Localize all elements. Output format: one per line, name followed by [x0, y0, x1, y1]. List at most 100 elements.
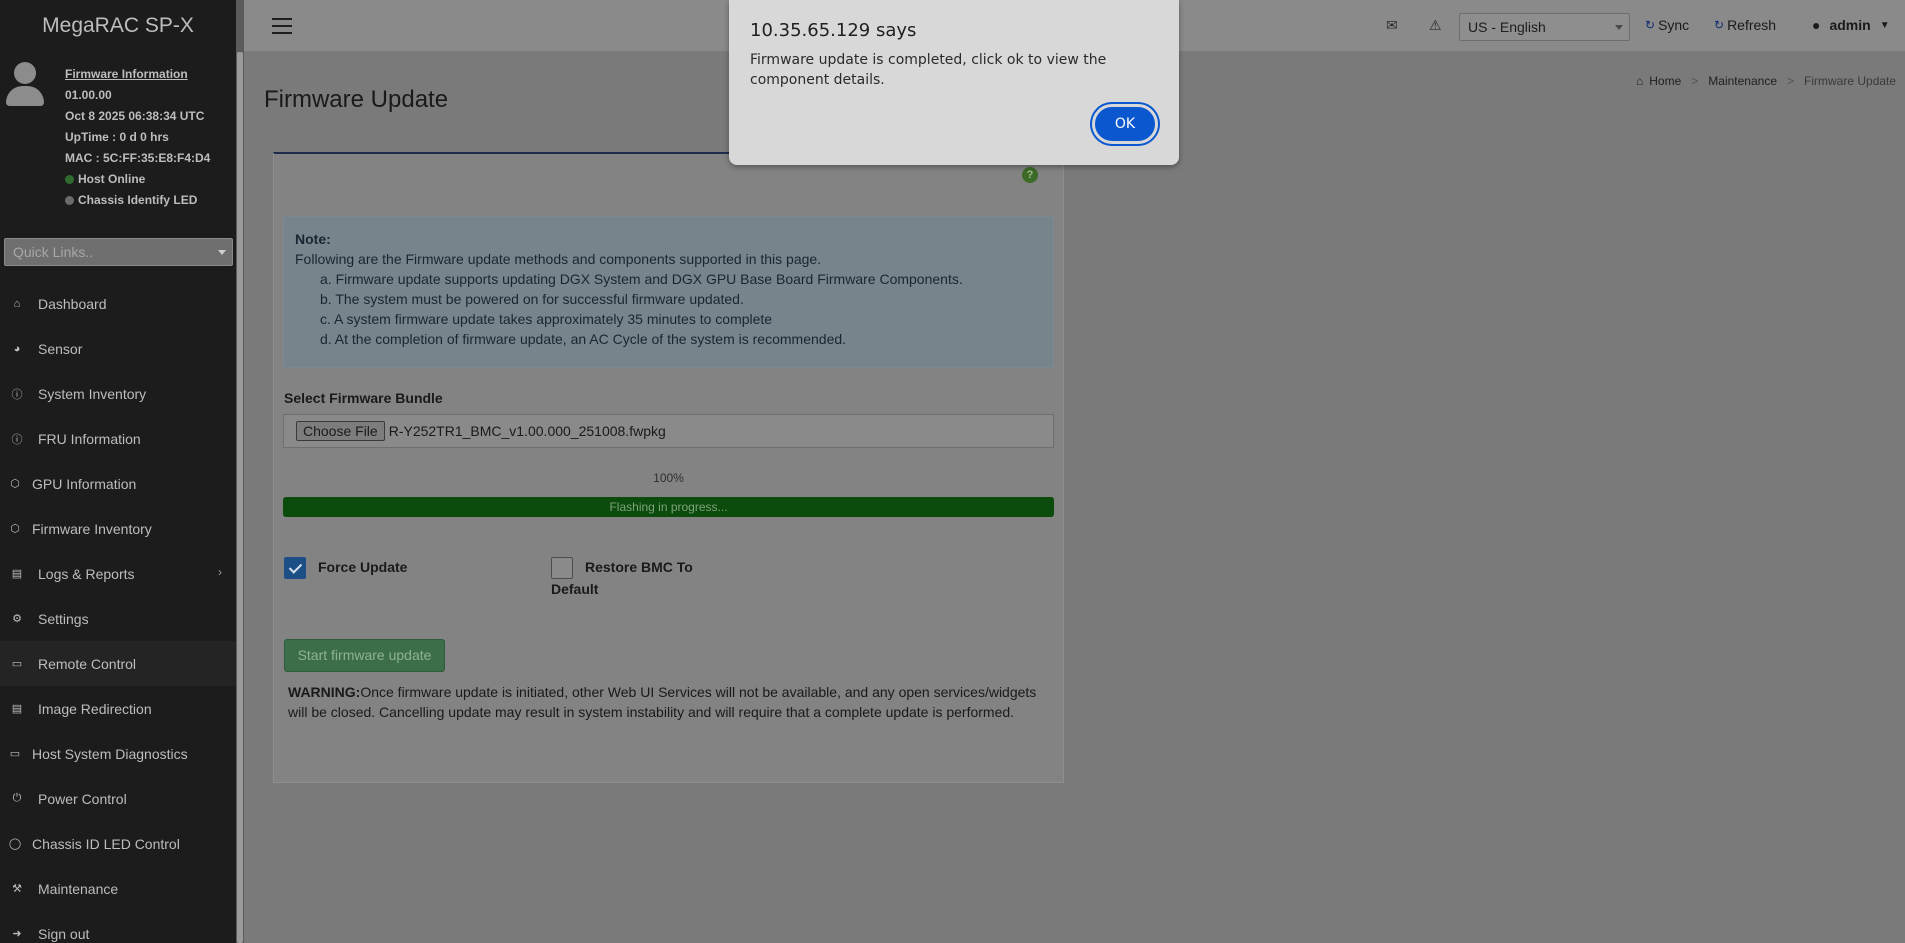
sidebar-item-remote-control[interactable]: ▭ Remote Control — [0, 641, 236, 686]
dialog-message: Firmware update is completed, click ok t… — [750, 52, 1107, 88]
monitor-icon: ▭ — [9, 748, 21, 760]
info-icon: ⓘ — [11, 433, 23, 446]
sidebar-item-host-system-diagnostics[interactable]: ▭ Host System Diagnostics — [0, 731, 236, 776]
sidebar-item-maintenance[interactable]: ⚒ Maintenance — [0, 866, 236, 911]
disk-icon: ▤ — [11, 703, 23, 715]
note-item: a. Firmware update supports updating DGX… — [320, 271, 963, 287]
sidebar-item-firmware-inventory[interactable]: ⬡ Firmware Inventory — [0, 506, 236, 551]
sidebar-item-label: GPU Information — [32, 475, 137, 492]
breadcrumb-current: Firmware Update — [1804, 74, 1897, 88]
sidebar-item-label: FRU Information — [38, 430, 141, 447]
breadcrumb-separator: > — [1691, 74, 1699, 88]
caret-down-icon: ▼ — [1879, 19, 1890, 31]
mac-address: MAC : 5C:FF:35:E8:F4:D4 — [65, 151, 211, 165]
lightbulb-icon: ◯ — [8, 838, 22, 850]
restore-bmc-default-checkbox[interactable] — [551, 557, 573, 579]
warning-prefix: WARNING: — [288, 684, 361, 700]
info-icon: ⓘ — [11, 388, 23, 401]
host-status-dot-icon — [65, 175, 74, 184]
help-icon[interactable]: ? — [1022, 167, 1038, 183]
select-bundle-label: Select Firmware Bundle — [284, 390, 443, 406]
start-firmware-update-button[interactable]: Start firmware update — [284, 639, 445, 672]
quick-links-placeholder: Quick Links.. — [13, 244, 94, 260]
hamburger-menu-icon[interactable] — [272, 18, 292, 34]
sidebar-item-logs-reports[interactable]: ▤ Logs & Reports › — [0, 551, 236, 596]
sidebar-item-label: Settings — [38, 610, 89, 627]
sign-out-icon: ➜ — [12, 928, 22, 940]
brand-title[interactable]: MegaRAC SP-X — [0, 0, 236, 52]
force-update-checkbox[interactable] — [284, 557, 306, 579]
breadcrumb-home[interactable]: Home — [1649, 74, 1681, 88]
restore-bmc-default-label: Restore BMC To — [585, 559, 693, 575]
system-info: Firmware Information 01.00.00 Oct 8 2025… — [65, 64, 210, 211]
cube-icon: ⬡ — [10, 478, 20, 490]
chassis-led-status: Chassis Identify LED — [65, 190, 210, 211]
sidebar-item-label: Remote Control — [38, 655, 137, 672]
firmware-version: 01.00.00 — [65, 88, 112, 102]
sidebar-item-label: Logs & Reports — [38, 565, 135, 582]
language-select[interactable]: US - English — [1459, 13, 1630, 41]
language-selected: US - English — [1468, 19, 1546, 35]
dashboard-gauge-icon: ◕ — [13, 342, 21, 355]
system-uptime: UpTime : 0 d 0 hrs — [65, 130, 169, 144]
firmware-information-link[interactable]: Firmware Information — [65, 64, 210, 85]
user-icon: ● — [1812, 17, 1821, 33]
sidebar-item-image-redirection[interactable]: ▤ Image Redirection — [0, 686, 236, 731]
sidebar-item-label: Image Redirection — [38, 700, 152, 717]
note-item: d. At the completion of firmware update,… — [320, 331, 847, 347]
note-item: b. The system must be powered on for suc… — [320, 291, 744, 307]
firmware-file-input[interactable]: Choose File R-Y252TR1_BMC_v1.00.000_2510… — [283, 414, 1054, 448]
wrench-icon: ⚒ — [12, 883, 22, 895]
sidebar-item-label: Dashboard — [38, 295, 107, 312]
sidebar-item-label: Sign out — [38, 925, 90, 942]
sidebar-item-power-control[interactable]: ⏻ Power Control — [0, 776, 236, 821]
note-box: Note: Following are the Firmware update … — [283, 216, 1054, 368]
page-title: Firmware Update — [264, 86, 449, 113]
chevron-down-icon — [1615, 25, 1623, 30]
sidebar-item-label: Host System Diagnostics — [32, 745, 188, 762]
sidebar-item-label: System Inventory — [38, 385, 147, 402]
sidebar-item-settings[interactable]: ⚙ Settings — [0, 596, 236, 641]
sidebar-item-fru-information[interactable]: ⓘ FRU Information — [0, 416, 236, 461]
sidebar-item-chassis-id-led-control[interactable]: ◯ Chassis ID LED Control — [0, 821, 236, 866]
warning-icon[interactable]: ⚠ — [1429, 17, 1442, 34]
home-icon: ⌂ — [1636, 74, 1644, 88]
choose-file-button[interactable]: Choose File — [296, 421, 385, 441]
refresh-label: Refresh — [1727, 17, 1777, 33]
host-status: Host Online — [65, 169, 210, 190]
sidebar-item-system-inventory[interactable]: ⓘ System Inventory — [0, 371, 236, 416]
sidebar-scrollbar-thumb[interactable] — [237, 52, 243, 943]
user-menu[interactable]: ● admin ▼ — [1812, 17, 1890, 33]
note-title: Note: — [295, 231, 331, 247]
progress-percent: 100% — [653, 471, 684, 485]
sidebar-item-label: Chassis ID LED Control — [32, 835, 180, 852]
sidebar-item-label: Firmware Inventory — [32, 520, 152, 537]
bar-chart-icon: ▤ — [11, 568, 23, 580]
dialog-title: 10.35.65.129 says — [750, 20, 917, 41]
sidebar-item-sensor[interactable]: ◕ Sensor — [0, 326, 236, 371]
progress-status: Flashing in progress... — [609, 500, 728, 514]
sidebar-menu: ⌂ Dashboard ◕ Sensor ⓘ System Inventory … — [0, 281, 236, 943]
alert-dialog: 10.35.65.129 says Firmware update is com… — [729, 0, 1179, 165]
dialog-ok-button[interactable]: OK — [1092, 104, 1158, 144]
breadcrumb-maintenance[interactable]: Maintenance — [1708, 74, 1777, 88]
envelope-icon[interactable]: ✉ — [1386, 17, 1398, 34]
sidebar-item-label: Maintenance — [38, 880, 119, 897]
refresh-icon: ↻ — [1714, 18, 1725, 32]
sidebar-item-gpu-information[interactable]: ⬡ GPU Information — [0, 461, 236, 506]
sync-label: Sync — [1658, 17, 1690, 33]
refresh-button[interactable]: ↻ Refresh — [1714, 17, 1776, 33]
sidebar-item-dashboard[interactable]: ⌂ Dashboard — [0, 281, 236, 326]
home-icon: ⌂ — [13, 297, 21, 310]
selected-file-name: R-Y252TR1_BMC_v1.00.000_251008.fwpkg — [388, 423, 666, 439]
cube-icon: ⬡ — [10, 523, 20, 535]
quick-links-select[interactable]: Quick Links.. — [4, 238, 233, 266]
sidebar: MegaRAC SP-X Firmware Information 01.00.… — [0, 0, 244, 943]
sync-button[interactable]: ↻ Sync — [1645, 17, 1689, 33]
sidebar-item-sign-out[interactable]: ➜ Sign out — [0, 911, 236, 943]
chevron-right-icon: › — [218, 565, 222, 579]
sync-icon: ↻ — [1645, 18, 1656, 32]
sidebar-item-label: Power Control — [38, 790, 127, 807]
sidebar-item-label: Sensor — [38, 340, 83, 357]
breadcrumb: ⌂ Home > Maintenance > Firmware Update — [1636, 74, 1896, 88]
